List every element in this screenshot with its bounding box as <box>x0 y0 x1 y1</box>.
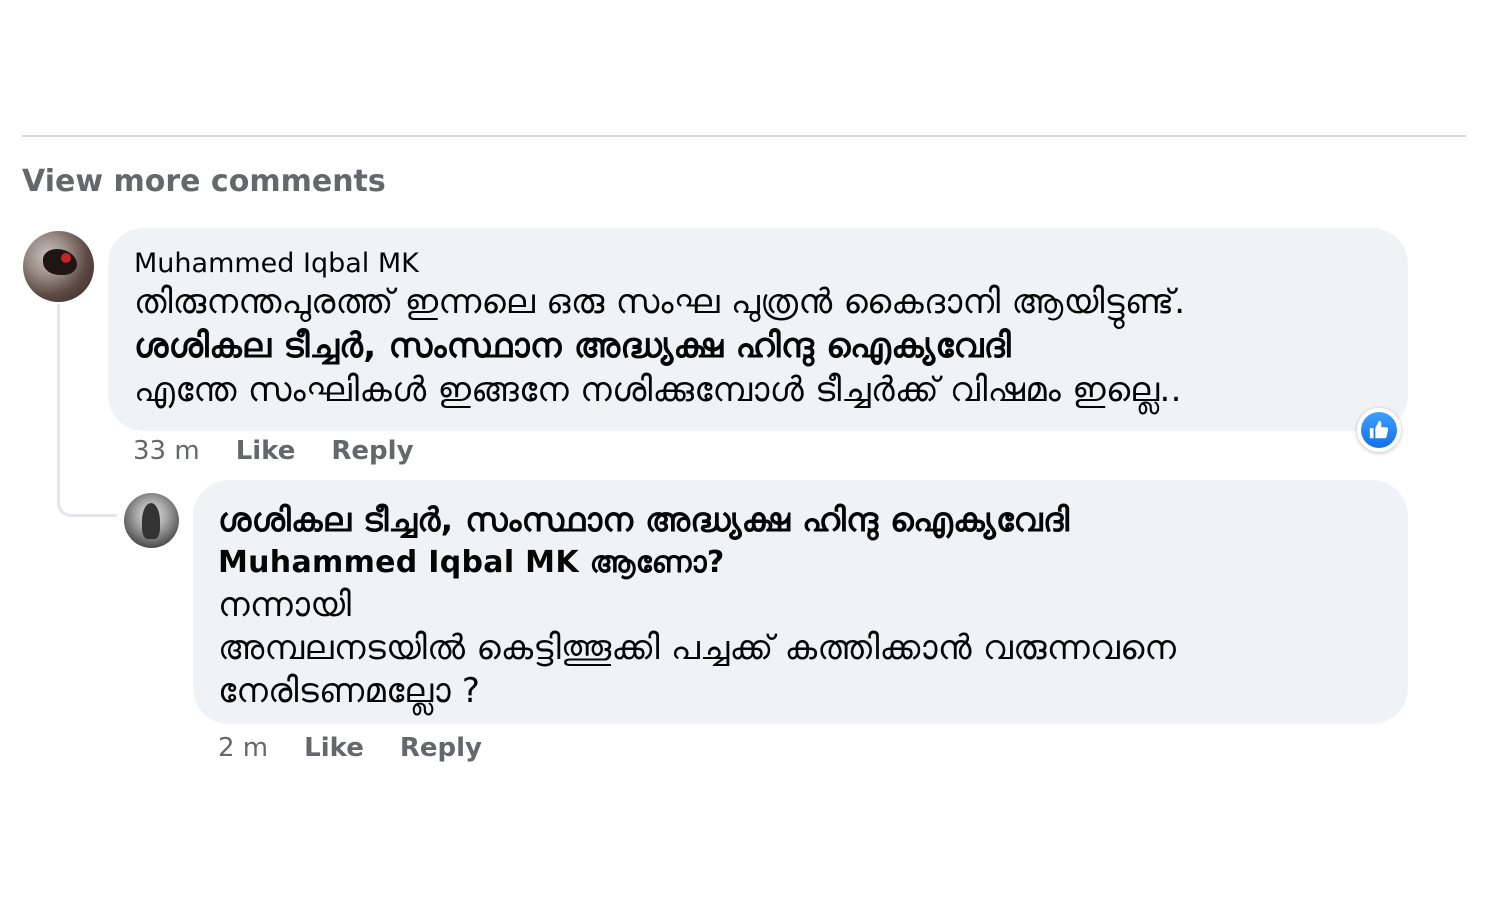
reply-author[interactable]: ശശികല ടീച്ചർ, സംസ്ഥാന അദ്ധ്യക്ഷ ഹിന്ദു ഐ… <box>218 498 1408 541</box>
reply-bubble: ശശികല ടീച്ചർ, സംസ്ഥാന അദ്ധ്യക്ഷ ഹിന്ദു ഐ… <box>193 480 1408 724</box>
reply-text-line: നേരിടണമല്ലോ ? <box>218 671 481 711</box>
like-button[interactable]: Like <box>304 733 364 763</box>
reply-button[interactable]: Reply <box>331 436 413 466</box>
comment-text-line: എന്തേ സംഘികൾ ഇങ്ങനേ നശിക്കുമ്പോൾ ടീച്ചർക… <box>134 370 1182 410</box>
thread-connector-curve <box>57 501 117 517</box>
comment-actions: 33 m Like Reply <box>133 436 450 466</box>
avatar-detail <box>61 253 71 263</box>
reply-button[interactable]: Reply <box>400 733 482 763</box>
view-more-comments-link[interactable]: View more comments <box>22 164 386 199</box>
avatar-figure <box>142 503 160 539</box>
thread-connector-line <box>57 304 60 504</box>
like-reaction-icon[interactable] <box>1357 408 1401 452</box>
avatar[interactable] <box>23 231 94 302</box>
avatar-figure <box>43 249 77 275</box>
comment-timestamp[interactable]: 33 m <box>133 436 200 466</box>
section-divider <box>22 135 1466 137</box>
comment-text-line: തിരുനന്തപുരത്ത് ഇന്നലെ ഒരു സംഘ പുത്രൻ കൈ… <box>134 282 1186 322</box>
reply-actions: 2 m Like Reply <box>218 733 518 763</box>
comment-bubble: Muhammed Iqbal MK തിരുനന്തപുരത്ത് ഇന്നലെ… <box>108 228 1408 431</box>
reply-timestamp[interactable]: 2 m <box>218 733 268 763</box>
comment-text-line: ശശികല ടീച്ചർ, സംസ്ഥാന അദ്ധ്യക്ഷ ഹിന്ദു ഐ… <box>134 326 1012 366</box>
reply-text-line: അമ്പലനടയിൽ കെട്ടിത്തൂക്കി പച്ചക്ക് കത്തി… <box>218 628 1177 668</box>
thumbs-up-icon <box>1361 412 1397 448</box>
reply-text-line: നന്നായി <box>218 585 352 625</box>
reply-text-line: Muhammed Iqbal MK ആണോ? <box>218 545 725 580</box>
like-button[interactable]: Like <box>236 436 296 466</box>
avatar[interactable] <box>124 493 179 548</box>
comment-author[interactable]: Muhammed Iqbal MK <box>134 248 1408 280</box>
